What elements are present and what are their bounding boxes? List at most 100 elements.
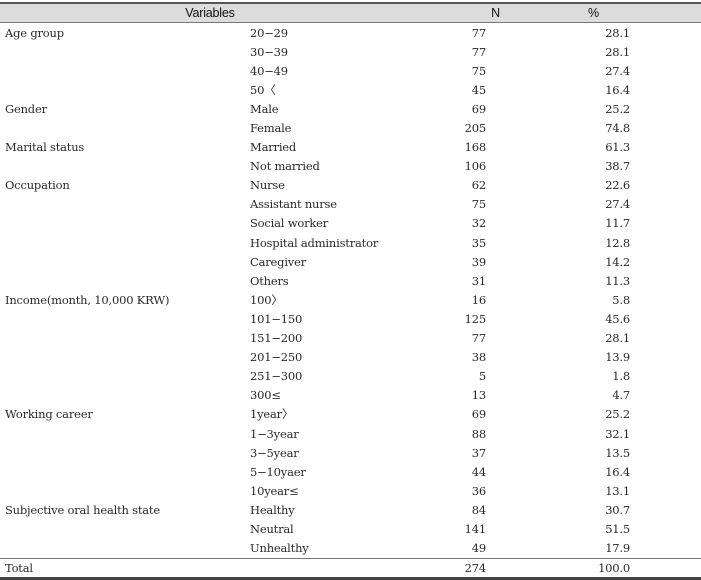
variable-empty — [0, 252, 250, 271]
count-value: 75 — [471, 63, 486, 78]
category-label: Neutral — [250, 521, 294, 536]
percent-value: 27.4 — [605, 63, 630, 78]
variable-label: Gender — [5, 101, 47, 116]
percent-value: 28.1 — [605, 44, 630, 59]
count-value: 36 — [471, 483, 486, 498]
table-row: Working career 1year〉 69 25.2 — [0, 405, 701, 424]
count-value: 38 — [471, 350, 486, 365]
count-value: 62 — [471, 178, 486, 193]
percent-value: 22.6 — [605, 178, 630, 193]
table-row: Social worker 32 11.7 — [0, 214, 701, 233]
percent-value: 13.9 — [605, 350, 630, 365]
variable-empty — [0, 443, 250, 462]
variable-label: Occupation — [5, 178, 70, 193]
category-label: 20−29 — [250, 25, 288, 40]
percent-value: 11.7 — [605, 216, 630, 231]
variable-empty — [0, 157, 250, 176]
category-label: Male — [250, 101, 279, 116]
percent-value: 27.4 — [605, 197, 630, 212]
category-label: Social worker — [250, 216, 329, 231]
category-label: Nurse — [250, 178, 285, 193]
variable-empty — [0, 386, 250, 405]
count-value: 37 — [471, 445, 486, 460]
count-value: 75 — [471, 197, 486, 212]
variable-label: Subjective oral health state — [5, 502, 160, 517]
variable-empty — [0, 80, 250, 99]
percent-value: 13.1 — [605, 483, 630, 498]
table-row: 40−49 75 27.4 — [0, 61, 701, 80]
category-label: 151−200 — [250, 331, 303, 346]
category-label: 1−3year — [250, 426, 299, 441]
header-n-label: N — [491, 6, 500, 20]
category-label: 251−300 — [250, 369, 303, 384]
percent-value: 16.4 — [605, 464, 630, 479]
count-value: 84 — [471, 502, 486, 517]
table-row: 30−39 77 28.1 — [0, 42, 701, 61]
percent-value: 16.4 — [605, 82, 630, 97]
table-row: 101−150 125 45.6 — [0, 309, 701, 328]
count-value: 88 — [471, 426, 486, 441]
table-body: Age group 20−29 77 28.1 30−39 77 28.1 40−49 75 27… — [0, 23, 701, 559]
variable-empty — [0, 519, 250, 538]
table-row: 201−250 38 13.9 — [0, 348, 701, 367]
demographics-table: Variables N % Age group 20−29 77 28.1 30−39 7… — [0, 2, 701, 580]
table-row: Others 31 11.3 — [0, 271, 701, 290]
count-value: 69 — [471, 407, 486, 422]
percent-value: 25.2 — [605, 101, 630, 116]
percent-value: 45.6 — [605, 311, 630, 326]
count-value: 13 — [471, 388, 486, 403]
category-label: Not married — [250, 159, 320, 174]
header-percent: % — [486, 2, 701, 23]
table-row: 5−10yaer 44 16.4 — [0, 462, 701, 481]
percent-value: 12.8 — [605, 235, 630, 250]
table-row: 251−300 5 1.8 — [0, 367, 701, 386]
category-label: 1year〉 — [250, 407, 294, 422]
category-label: 30−39 — [250, 44, 288, 59]
variable-empty — [0, 329, 250, 348]
variable-empty — [0, 539, 250, 559]
count-value: 77 — [471, 44, 486, 59]
category-label: 101−150 — [250, 311, 303, 326]
count-value: 31 — [471, 273, 486, 288]
total-row: Total 274 100.0 — [0, 557, 701, 580]
count-value: 39 — [471, 254, 486, 269]
variable-empty — [0, 462, 250, 481]
variable-empty — [0, 271, 250, 290]
table-row: Gender Male 69 25.2 — [0, 99, 701, 118]
category-label: Others — [250, 273, 289, 288]
count-value: 205 — [464, 121, 487, 136]
variable-label: Working career — [5, 407, 93, 422]
variable-empty — [0, 214, 250, 233]
percent-value: 28.1 — [605, 331, 630, 346]
percent-value: 4.7 — [612, 388, 630, 403]
category-label: 40−49 — [250, 63, 288, 78]
table-row: 50〈 45 16.4 — [0, 80, 701, 99]
category-label: Healthy — [250, 502, 295, 517]
category-label: 50〈 — [250, 82, 276, 97]
variable-label: Age group — [5, 25, 64, 40]
count-value: 77 — [471, 25, 486, 40]
variable-empty — [0, 233, 250, 252]
table-row: 3−5year 37 13.5 — [0, 443, 701, 462]
total-n: 274 — [420, 557, 486, 580]
percent-value: 51.5 — [605, 521, 630, 536]
variable-label: Income(month, 10,000 KRW) — [5, 292, 170, 307]
table-row: Subjective oral health state Healthy 84 30.… — [0, 500, 701, 519]
percent-value: 61.3 — [605, 140, 630, 155]
table-row: Occupation Nurse 62 22.6 — [0, 176, 701, 195]
count-value: 125 — [464, 311, 487, 326]
table-row: 151−200 77 28.1 — [0, 329, 701, 348]
category-label: Assistant nurse — [250, 197, 337, 212]
table-row: Caregiver 39 14.2 — [0, 252, 701, 271]
category-label: Female — [250, 121, 292, 136]
category-label: Unhealthy — [250, 541, 309, 556]
table-row: 300≤ 13 4.7 — [0, 386, 701, 405]
count-value: 141 — [464, 521, 487, 536]
variable-label: Marital status — [5, 140, 85, 155]
category-label: Married — [250, 140, 297, 155]
category-label: 100〉 — [250, 292, 283, 307]
variable-empty — [0, 195, 250, 214]
table-row: Neutral 141 51.5 — [0, 519, 701, 538]
count-value: 69 — [471, 101, 486, 116]
table-row: Not married 106 38.7 — [0, 157, 701, 176]
